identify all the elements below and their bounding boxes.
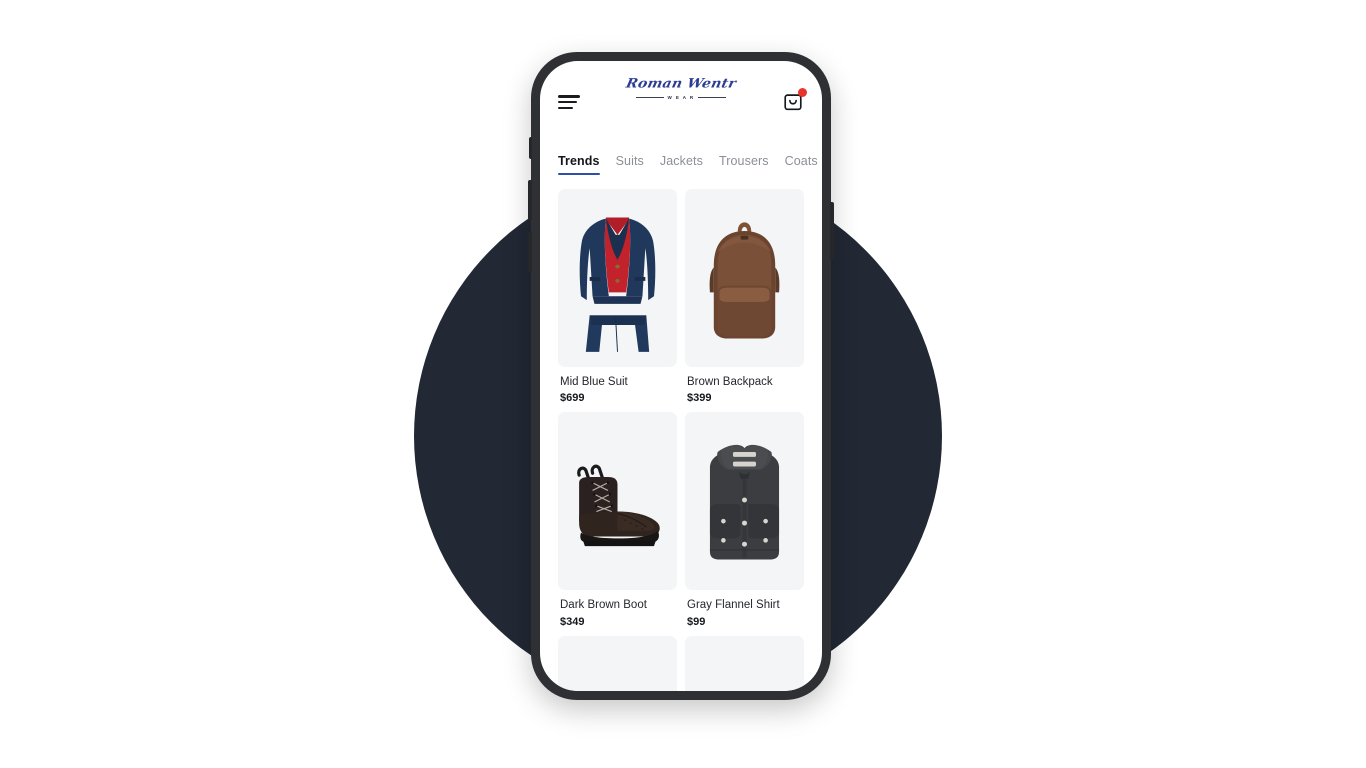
product-name: Gray Flannel Shirt: [687, 599, 780, 612]
phone-screen: Roman Wentr W E A R Trends Suits Jackets…: [540, 61, 822, 691]
volume-up-button[interactable]: [528, 180, 532, 220]
hamburger-line: [558, 100, 577, 104]
product-card-partial[interactable]: [685, 635, 804, 691]
product-card[interactable]: Brown Backpack $399: [685, 189, 804, 404]
brand-rule: W E A R: [621, 95, 741, 100]
product-price: $349: [560, 615, 585, 628]
product-grid: Mid Blue Suit $699 Brown Backpack $399 D…: [540, 175, 822, 691]
silent-switch[interactable]: [529, 137, 532, 159]
product-image-navy-jacket: [685, 635, 804, 691]
navy-jacket-illustration: [685, 636, 804, 691]
scene: Roman Wentr W E A R Trends Suits Jackets…: [0, 0, 1366, 768]
brand-script-text: Roman Wentr: [624, 76, 738, 92]
product-name: Dark Brown Boot: [560, 599, 647, 612]
hamburger-line: [558, 95, 580, 98]
product-image-backpack: [685, 189, 804, 367]
product-price: $399: [687, 392, 712, 405]
product-name: Brown Backpack: [687, 376, 773, 388]
volume-down-button[interactable]: [528, 232, 532, 272]
app-header: Roman Wentr W E A R: [540, 61, 822, 143]
product-image-boot: [558, 412, 677, 591]
backpack-illustration: [709, 222, 780, 339]
brand-rule-right: [698, 97, 727, 98]
tab-trousers[interactable]: Trousers: [719, 154, 769, 175]
product-meta: Gray Flannel Shirt $99: [685, 590, 804, 627]
tan-bag-illustration: [558, 636, 677, 691]
product-card[interactable]: Gray Flannel Shirt $99: [685, 412, 804, 628]
phone-device: Roman Wentr W E A R Trends Suits Jackets…: [528, 52, 834, 700]
hamburger-menu-icon[interactable]: [558, 95, 580, 109]
product-meta: Dark Brown Boot $349: [558, 590, 677, 627]
brand-rule-left: [635, 97, 664, 98]
tab-trends[interactable]: Trends: [558, 154, 600, 175]
boot-illustration: [577, 465, 660, 547]
product-price: $99: [687, 615, 706, 628]
category-tabs: Trends Suits Jackets Trousers Coats: [540, 143, 822, 175]
power-button[interactable]: [830, 202, 834, 260]
product-meta: Brown Backpack $399: [685, 367, 804, 404]
suit-illustration: [579, 217, 656, 352]
tab-suits[interactable]: Suits: [616, 154, 644, 175]
brand-subtitle: W E A R: [667, 95, 695, 100]
product-card-partial[interactable]: [558, 635, 677, 691]
shopping-bag-icon[interactable]: [782, 88, 807, 113]
tab-jackets[interactable]: Jackets: [660, 154, 703, 175]
tab-coats[interactable]: Coats: [785, 154, 818, 175]
product-image-shirt: [685, 412, 804, 591]
cart-notification-badge: [798, 88, 807, 97]
product-meta: Mid Blue Suit $699: [558, 367, 677, 404]
product-price: $699: [560, 392, 585, 405]
product-card[interactable]: Mid Blue Suit $699: [558, 189, 677, 404]
hamburger-line: [558, 106, 573, 109]
product-card[interactable]: Dark Brown Boot $349: [558, 412, 677, 628]
shirt-illustration: [709, 445, 780, 560]
product-image-suit: [558, 189, 677, 367]
product-image-tan-bag: [558, 635, 677, 691]
product-name: Mid Blue Suit: [560, 376, 628, 388]
brand-logo: Roman Wentr W E A R: [621, 77, 741, 100]
